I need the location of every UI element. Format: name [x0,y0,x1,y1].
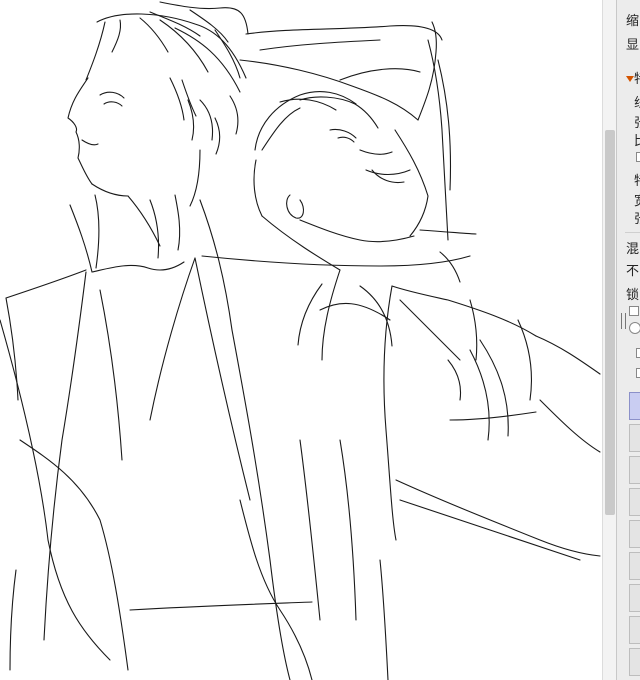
panel-divider [625,232,640,233]
layer-thumbnail[interactable] [629,520,640,548]
panel-label-zoom: 缩 [626,14,640,29]
collapse-triangle-icon[interactable] [626,76,634,82]
panel-label-breadth: 宽 [634,194,640,209]
panel-label-special: 特 [634,72,640,87]
tool-properties-panel: 缩 显 特 线 张 比 特 宽 张 混 不 锁 [616,0,640,680]
layer-thumbnail[interactable] [629,648,640,676]
layer-thumbnail[interactable] [629,488,640,516]
sketch-artwork [0,1,601,680]
panel-label-width: 张 [634,116,640,131]
panel-label-opacity: 不 [626,264,640,279]
panel-label-lock: 锁 [626,288,640,303]
panel-label-tension: 张 [634,212,640,227]
option-radio[interactable] [629,322,640,334]
panel-label-ratio: 比 [634,134,640,149]
option-checkbox[interactable] [636,152,640,162]
layer-thumbnail[interactable] [629,456,640,484]
layer-thumbnail[interactable] [629,584,640,612]
vertical-scrollbar[interactable] [602,0,616,680]
layer-option-checkbox[interactable] [636,348,640,358]
drawing-canvas[interactable] [0,0,602,680]
panel-label-special-2: 特 [634,174,640,189]
panel-label-display: 显 [626,38,640,53]
layer-thumbnail[interactable] [629,552,640,580]
layer-thumbnail[interactable] [629,424,640,452]
lock-checkbox[interactable] [629,306,639,316]
panel-resize-handle[interactable] [621,313,626,329]
scrollbar-thumb[interactable] [605,130,615,515]
panel-label-blend: 混 [626,242,640,257]
layer-thumbnail-selected[interactable] [629,392,640,420]
layer-visibility-checkbox[interactable] [636,368,640,378]
layer-thumbnail[interactable] [629,616,640,644]
panel-label-line: 线 [634,96,640,111]
